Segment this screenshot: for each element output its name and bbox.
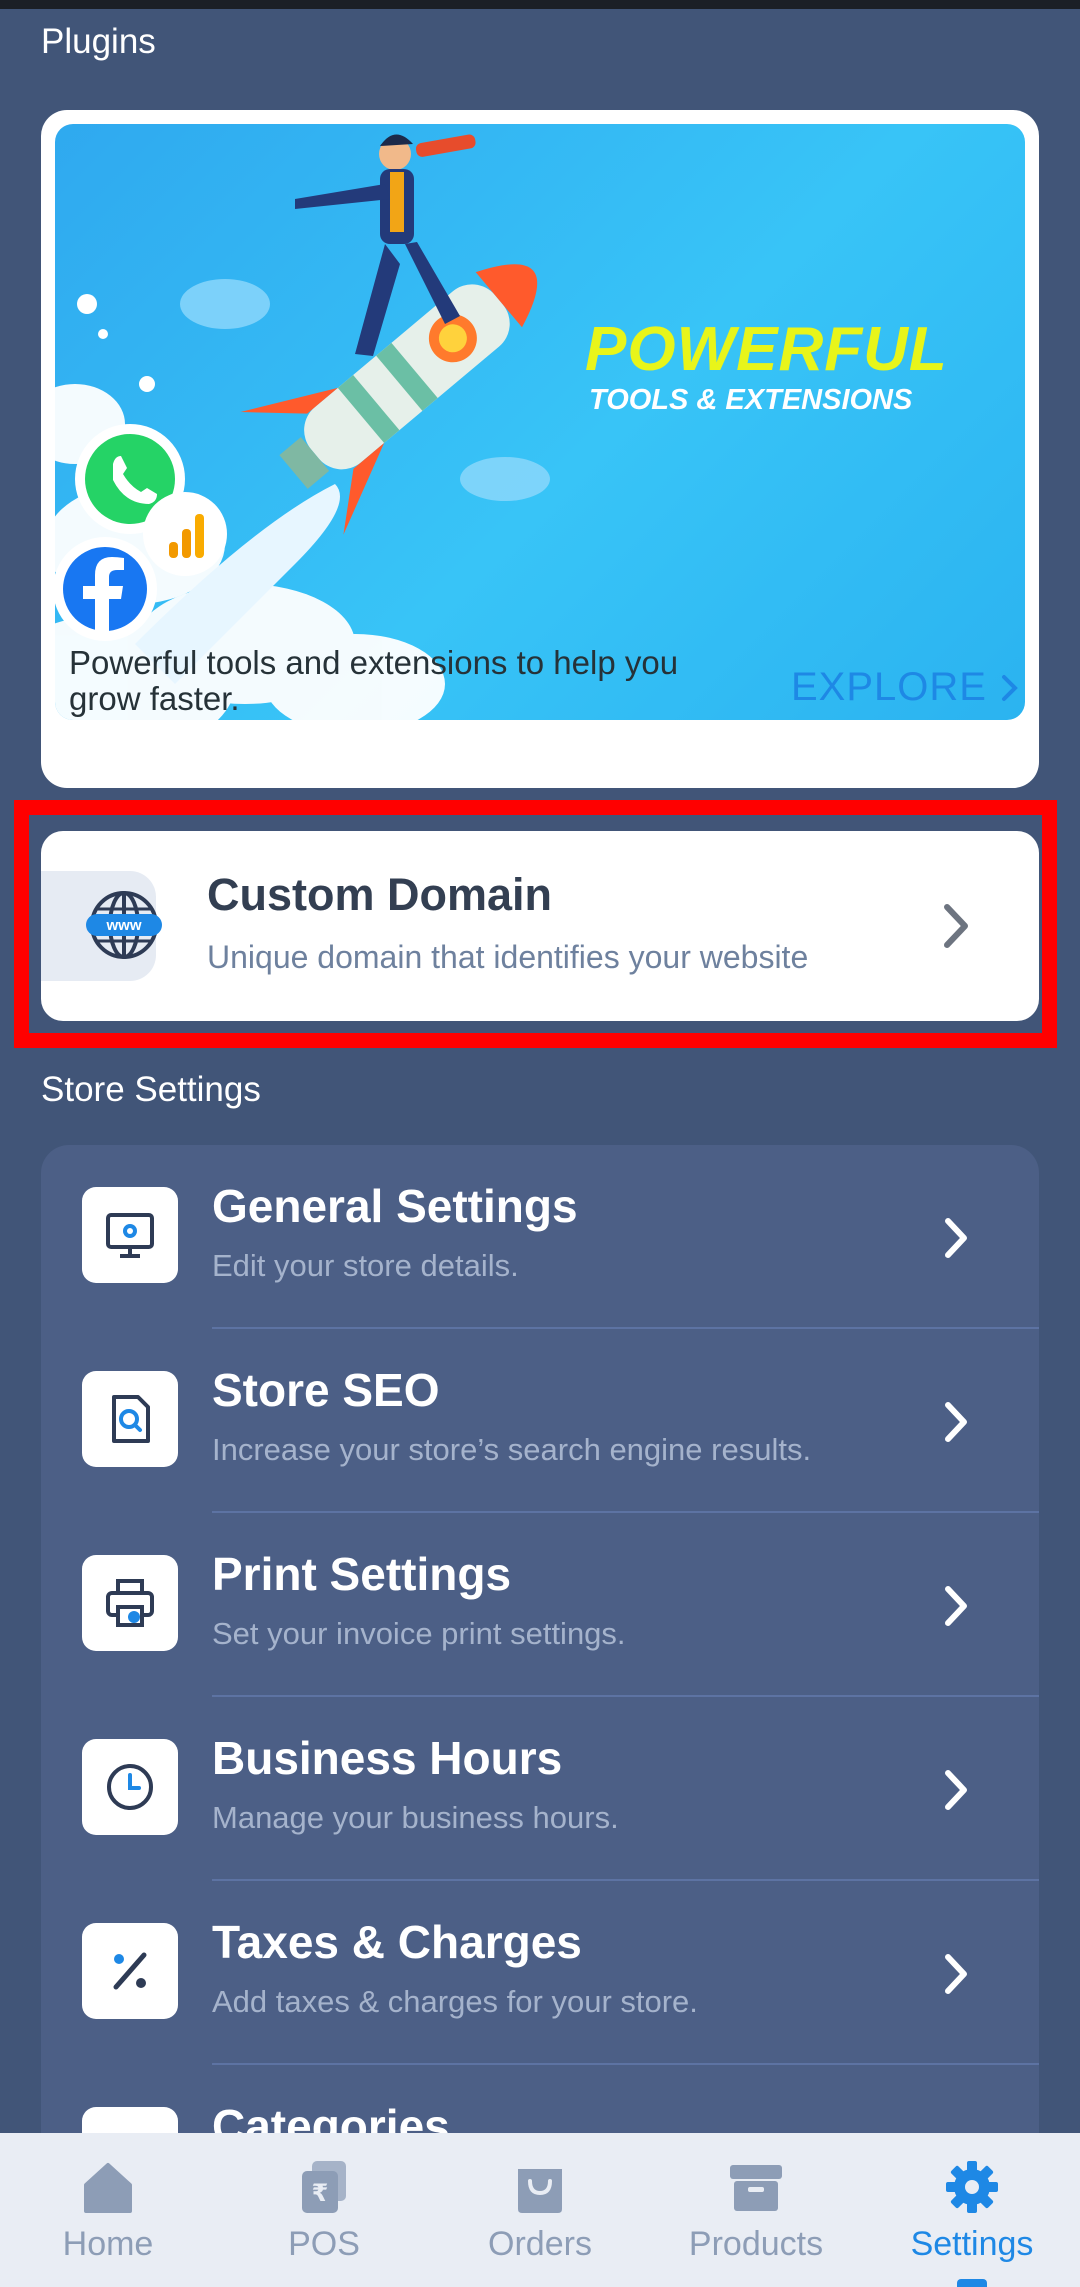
home-icon (84, 2163, 132, 2213)
nav-settings-label: Settings (910, 2225, 1034, 2263)
bottom-navigation: Home ₹ POS Orders Products Settings (0, 2133, 1080, 2287)
nav-orders[interactable]: Orders (432, 2133, 648, 2287)
taxes-charges-row[interactable]: Taxes & Charges Add taxes & charges for … (41, 1881, 1039, 2065)
print-settings-row[interactable]: Print Settings Set your invoice print se… (41, 1513, 1039, 1697)
chevron-right-icon (945, 1402, 967, 1442)
chevron-right-icon (944, 904, 968, 948)
nav-home[interactable]: Home (0, 2133, 216, 2287)
archive-box-icon (730, 2165, 782, 2211)
plugins-banner[interactable]: POWERFUL TOOLS & EXTENSIONS (55, 124, 1025, 720)
domain-icon-container: www (41, 871, 162, 981)
explore-link[interactable]: EXPLORE (791, 665, 1019, 710)
percent-icon (113, 1952, 147, 1990)
store-seo-subtitle: Increase your store’s search engine resu… (212, 1432, 812, 1467)
gear-icon (946, 2161, 998, 2213)
nav-home-label: Home (62, 2225, 154, 2263)
search-document-icon (112, 1395, 150, 1443)
facebook-icon (55, 537, 157, 641)
custom-domain-row[interactable]: www Custom Domain Unique domain that ide… (41, 831, 1039, 1021)
store-seo-title: Store SEO (212, 1364, 440, 1416)
plugins-card[interactable]: POWERFUL TOOLS & EXTENSIONS Powerful too… (41, 110, 1039, 788)
print-settings-subtitle: Set your invoice print settings. (212, 1616, 626, 1651)
print-settings-icon-box (82, 1555, 178, 1651)
nav-pos-label: POS (288, 2225, 360, 2263)
custom-domain-title: Custom Domain (207, 869, 553, 920)
business-hours-icon-box (82, 1739, 178, 1835)
chevron-right-icon (945, 1954, 967, 1994)
active-tab-indicator (957, 2279, 987, 2287)
general-settings-icon-box (82, 1187, 178, 1283)
store-seo-row[interactable]: Store SEO Increase your store’s search e… (41, 1329, 1039, 1513)
pos-icon: ₹ (302, 2161, 346, 2213)
plugins-description: Powerful tools and extensions to help yo… (69, 644, 679, 717)
svg-text:₹: ₹ (312, 2179, 329, 2207)
chevron-right-icon (945, 1770, 967, 1810)
general-settings-title: General Settings (212, 1180, 578, 1232)
store-settings-list: General Settings Edit your store details… (41, 1145, 1039, 2145)
store-settings-section-title: Store Settings (41, 1070, 261, 1109)
store-seo-icon-box (82, 1371, 178, 1467)
print-settings-title: Print Settings (212, 1548, 512, 1600)
monitor-gear-icon (106, 1213, 154, 1258)
business-hours-title: Business Hours (212, 1732, 563, 1784)
shopping-bag-icon (518, 2169, 562, 2213)
explore-label: EXPLORE (791, 665, 987, 709)
taxes-charges-icon-box (82, 1923, 178, 2019)
general-settings-row[interactable]: General Settings Edit your store details… (41, 1145, 1039, 1329)
taxes-charges-subtitle: Add taxes & charges for your store. (212, 1984, 698, 2019)
printer-icon (106, 1579, 154, 1627)
nav-pos[interactable]: ₹ POS (216, 2133, 432, 2287)
globe-www-icon: www (86, 891, 162, 959)
general-settings-subtitle: Edit your store details. (212, 1248, 519, 1283)
chevron-right-icon (945, 1218, 967, 1258)
plugins-section-title: Plugins (41, 22, 156, 61)
business-hours-subtitle: Manage your business hours. (212, 1800, 619, 1835)
nav-settings[interactable]: Settings (864, 2133, 1080, 2287)
banner-title: POWERFUL (585, 315, 948, 384)
nav-products-label: Products (688, 2225, 824, 2263)
chevron-right-icon (945, 1586, 967, 1626)
nav-orders-label: Orders (488, 2225, 592, 2263)
banner-illustration (55, 134, 550, 720)
status-bar (0, 0, 1080, 9)
chevron-right-icon (1001, 674, 1018, 701)
custom-domain-subtitle: Unique domain that identifies your websi… (207, 939, 809, 975)
nav-products[interactable]: Products (648, 2133, 864, 2287)
www-label: www (105, 917, 141, 934)
taxes-charges-title: Taxes & Charges (212, 1916, 582, 1968)
clock-icon (107, 1764, 153, 1810)
analytics-icon (143, 492, 227, 576)
business-hours-row[interactable]: Business Hours Manage your business hour… (41, 1697, 1039, 1881)
banner-subtitle: TOOLS & EXTENSIONS (589, 384, 913, 416)
